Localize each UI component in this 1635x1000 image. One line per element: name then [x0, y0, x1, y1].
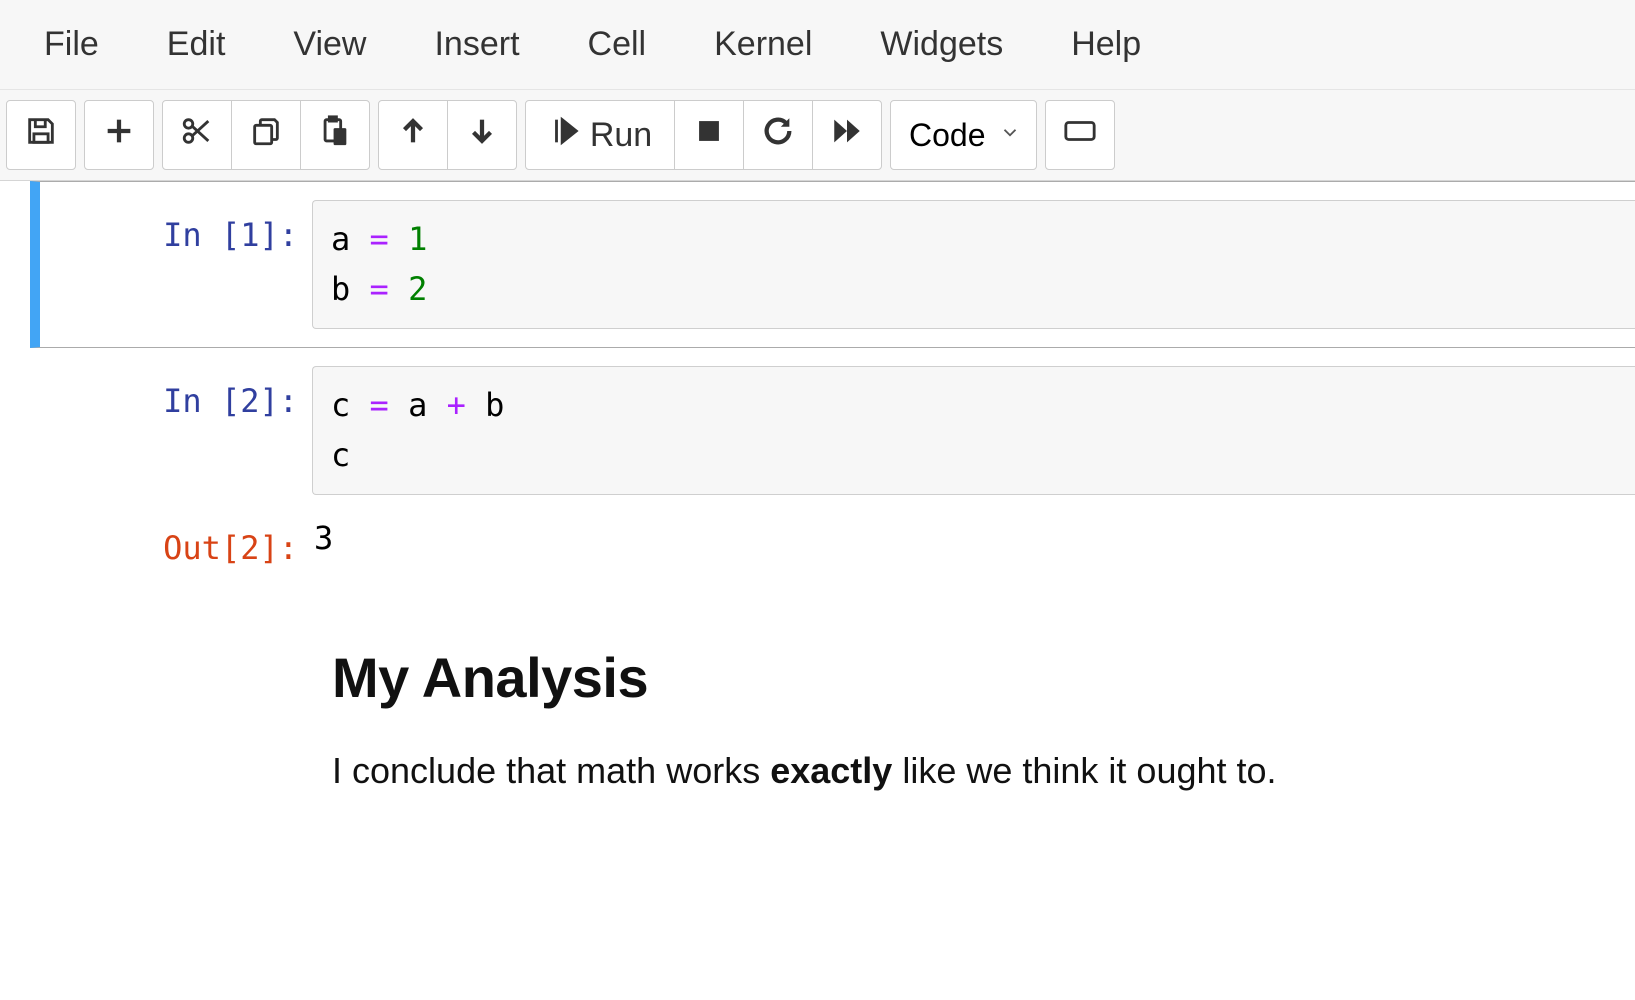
toolbar: Run Code [0, 90, 1635, 181]
keyboard-icon [1063, 114, 1097, 156]
move-down-button[interactable] [447, 100, 517, 170]
refresh-icon [761, 114, 795, 156]
menu-kernel[interactable]: Kernel [680, 15, 846, 74]
input-prompt: In [2]: [0, 366, 312, 495]
run-button[interactable]: Run [525, 100, 675, 170]
move-up-button[interactable] [378, 100, 448, 170]
output-text: 3 [312, 513, 1635, 557]
markdown-paragraph: I conclude that math works exactly like … [332, 750, 1635, 792]
code-cell[interactable]: In [2]: c = a + b c [0, 348, 1635, 513]
output-prompt: Out[2]: [0, 513, 312, 567]
code-cell[interactable]: In [1]: a = 1 b = 2 [30, 181, 1635, 348]
arrow-down-icon [465, 114, 499, 156]
copy-button[interactable] [231, 100, 301, 170]
markdown-cell[interactable]: My Analysis I conclude that math works e… [0, 585, 1635, 792]
menu-widgets[interactable]: Widgets [846, 15, 1037, 74]
menu-file[interactable]: File [10, 15, 133, 74]
input-prompt: In [1]: [40, 200, 312, 329]
insert-cell-below-button[interactable] [84, 100, 154, 170]
copy-icon [249, 114, 283, 156]
cut-button[interactable] [162, 100, 232, 170]
arrow-up-icon [396, 114, 430, 156]
scissors-icon [180, 114, 214, 156]
restart-run-all-button[interactable] [812, 100, 882, 170]
stop-icon [692, 114, 726, 156]
menu-insert[interactable]: Insert [400, 15, 553, 74]
output-row: Out[2]: 3 [0, 513, 1635, 585]
save-icon [24, 114, 58, 156]
code-input[interactable]: c = a + b c [312, 366, 1635, 495]
fast-forward-icon [830, 114, 864, 156]
notebook-area: In [1]: a = 1 b = 2 In [2]: c = a + b c … [0, 181, 1635, 792]
menu-bar: File Edit View Insert Cell Kernel Widget… [0, 0, 1635, 90]
run-button-label: Run [590, 116, 652, 155]
markdown-heading: My Analysis [332, 645, 1635, 710]
paste-icon [318, 114, 352, 156]
restart-kernel-button[interactable] [743, 100, 813, 170]
cell-type-select[interactable]: Code [890, 100, 1037, 170]
menu-view[interactable]: View [259, 15, 400, 74]
command-palette-button[interactable] [1045, 100, 1115, 170]
paste-button[interactable] [300, 100, 370, 170]
interrupt-kernel-button[interactable] [674, 100, 744, 170]
menu-edit[interactable]: Edit [133, 15, 260, 74]
menu-cell[interactable]: Cell [554, 15, 681, 74]
menu-help[interactable]: Help [1037, 15, 1175, 74]
code-input[interactable]: a = 1 b = 2 [312, 200, 1635, 329]
run-icon [548, 114, 582, 156]
save-button[interactable] [6, 100, 76, 170]
plus-icon [102, 114, 136, 156]
